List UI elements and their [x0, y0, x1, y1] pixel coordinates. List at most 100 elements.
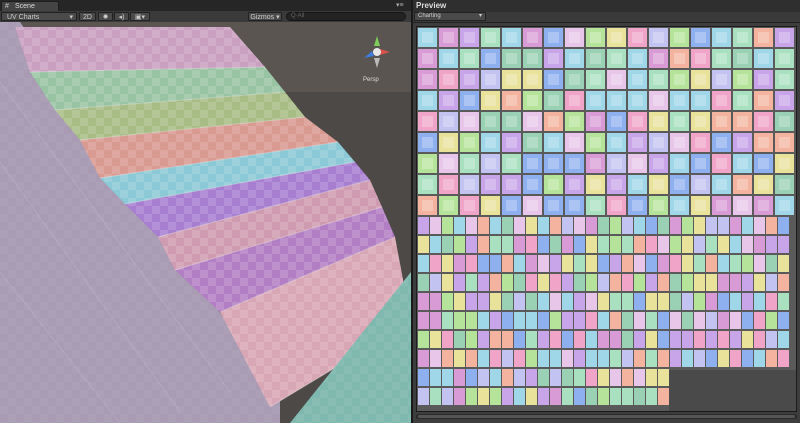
uv-chart-tile	[598, 255, 609, 272]
uv-chart-tile	[586, 369, 597, 386]
uv-chart-tile	[670, 312, 681, 329]
uv-chart-tile	[442, 293, 453, 310]
panel-options-icon[interactable]: ▾≡	[396, 1, 404, 10]
uv-chart-tile	[622, 388, 633, 405]
uv-chart-tile	[490, 312, 501, 329]
uv-chart-tile	[490, 255, 501, 272]
effects-dropdown[interactable]: ▣▾	[130, 12, 150, 21]
uv-chart-tile	[682, 331, 693, 348]
uv-chart-tile	[490, 236, 501, 253]
uv-chart-tile	[754, 350, 765, 367]
uv-chart-tile	[538, 217, 549, 234]
uv-chart-tile	[634, 350, 645, 367]
uv-chart-tile	[682, 293, 693, 310]
audio-toggle-button[interactable]: ◂)	[114, 12, 129, 21]
uv-chart-tile	[646, 331, 657, 348]
preview-mode-dropdown[interactable]: Charting ▾	[414, 12, 486, 21]
uv-chart-tile	[730, 331, 741, 348]
sun-icon: ✹	[102, 14, 109, 21]
orientation-gizmo[interactable]	[362, 34, 392, 74]
uv-chart-tile	[598, 369, 609, 386]
uv-chart-tile	[490, 293, 501, 310]
uv-chart-tile	[586, 255, 597, 272]
uv-chart-tile	[706, 312, 717, 329]
uv-chart-tile	[610, 331, 621, 348]
uv-chart-preview[interactable]	[416, 26, 797, 412]
2d-toggle-button[interactable]: 2D	[79, 12, 96, 21]
uv-chart-tile	[658, 255, 669, 272]
uv-chart-tile	[490, 274, 501, 291]
uv-chart-tile	[418, 350, 429, 367]
uv-chart-tile	[454, 331, 465, 348]
uv-chart-tile	[502, 236, 513, 253]
uv-chart-tile	[754, 236, 765, 253]
uv-chart-tile	[490, 331, 501, 348]
uv-chart-tile	[658, 331, 669, 348]
uv-chart-tile	[526, 388, 537, 405]
search-placeholder: Q·All	[291, 13, 305, 19]
lighting-toggle-button[interactable]: ✹	[98, 12, 113, 21]
scene-search-input[interactable]: Q·All	[286, 12, 406, 21]
uv-chart-tile	[718, 331, 729, 348]
uv-chart-tile	[574, 388, 585, 405]
uv-chart-tile	[634, 217, 645, 234]
uv-chart-tile	[538, 331, 549, 348]
uv-chart-tile	[610, 217, 621, 234]
uv-chart-tile	[538, 312, 549, 329]
uv-chart-tile	[454, 217, 465, 234]
gizmos-dropdown[interactable]: Gizmos ▾	[248, 12, 282, 21]
uv-chart-tile	[466, 293, 477, 310]
uv-chart-tile	[502, 369, 513, 386]
uv-chart-tile	[646, 255, 657, 272]
uv-chart-tile	[718, 350, 729, 367]
scrollbar-thumb[interactable]	[418, 415, 795, 418]
uv-chart-tile	[550, 331, 561, 348]
uv-chart-tile	[634, 331, 645, 348]
uv-chart-tile	[634, 369, 645, 386]
gizmos-label: Gizmos	[250, 14, 275, 21]
uv-chart-tile	[574, 350, 585, 367]
uv-chart-tile	[550, 274, 561, 291]
uv-chart-tile	[478, 217, 489, 234]
uv-chart-tile	[538, 274, 549, 291]
draw-mode-dropdown[interactable]: UV Charts ▾	[1, 12, 77, 21]
uv-chart-tile	[598, 331, 609, 348]
uv-chart-tile	[574, 217, 585, 234]
scene-viewport[interactable]: Persp	[0, 22, 411, 423]
speaker-icon: ◂)	[118, 14, 125, 21]
uv-chart-tile	[658, 388, 669, 405]
preview-horizontal-scrollbar[interactable]	[416, 414, 797, 419]
uv-chart-tile	[610, 293, 621, 310]
uv-chart-tile	[622, 312, 633, 329]
uv-chart-tile	[634, 236, 645, 253]
uv-chart-tile	[466, 369, 477, 386]
uv-chart-tile	[646, 350, 657, 367]
uv-chart-tile	[766, 293, 777, 310]
uv-chart-tile	[526, 293, 537, 310]
uv-chart-tile	[730, 236, 741, 253]
uv-chart-tile	[730, 293, 741, 310]
uv-chart-tile	[730, 217, 741, 234]
chevron-down-icon: ▾	[69, 14, 73, 21]
uv-chart-tile	[694, 236, 705, 253]
uv-chart-tile	[586, 236, 597, 253]
uv-chart-tile	[694, 312, 705, 329]
uv-chart-tile	[550, 369, 561, 386]
uv-chart-tile	[418, 293, 429, 310]
uv-chart-tile	[706, 293, 717, 310]
uv-chart-tile	[622, 293, 633, 310]
uv-chart-tile	[550, 236, 561, 253]
uv-chart-tile	[766, 350, 777, 367]
uv-chart-tile	[706, 236, 717, 253]
uv-chart-tile	[742, 217, 753, 234]
uv-chart-tile	[418, 388, 429, 405]
uv-chart-tile	[502, 293, 513, 310]
uv-chart-tile	[526, 350, 537, 367]
uv-chart-tile	[778, 217, 789, 234]
uv-chart-tile	[514, 350, 525, 367]
uv-chart-tile	[430, 293, 441, 310]
uv-chart-tile	[526, 331, 537, 348]
uv-chart-tile	[562, 350, 573, 367]
scene-tab[interactable]: # Scene	[1, 1, 59, 11]
uv-chart-tile	[454, 274, 465, 291]
